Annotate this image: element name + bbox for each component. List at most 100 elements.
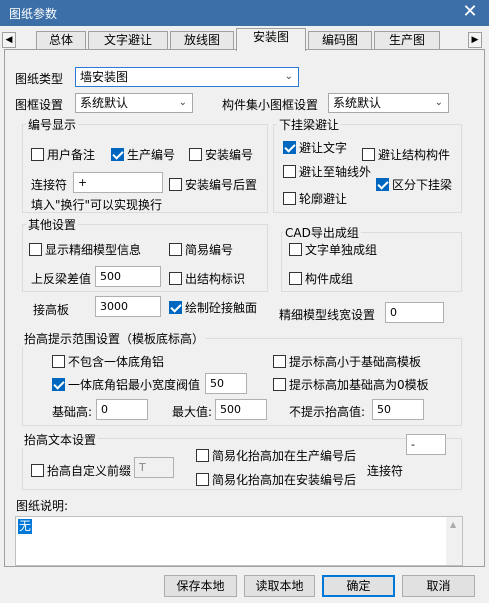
production-no-label: 生产编号	[127, 148, 176, 162]
other-group-title: 其他设置	[26, 216, 79, 233]
slab-input[interactable]: 3000	[95, 296, 161, 317]
tab-overall[interactable]: 总体	[36, 31, 86, 50]
zero-base-label: 提示标高加基础高为0模板	[289, 378, 429, 392]
beam-diff-label: 上反梁差值	[31, 272, 92, 286]
avoid-struct-label: 避让结构构件	[378, 148, 451, 162]
raise-connector-label: 连接符	[367, 464, 404, 478]
read-local-button[interactable]: 读取本地	[244, 575, 315, 597]
exclude-corner-label: 不包含一体底角铝	[68, 355, 165, 369]
checkbox-box	[29, 243, 42, 256]
connector-label: 连接符	[31, 178, 68, 192]
checkbox-box	[169, 272, 182, 285]
max-value-input[interactable]: 500	[215, 399, 267, 420]
min-width-input[interactable]: 50	[205, 373, 247, 394]
install-no-checkbox[interactable]: 安装编号	[189, 146, 253, 163]
struct-mark-label: 出结构标识	[185, 272, 246, 286]
tab-text-avoid[interactable]: 文字避让	[88, 31, 168, 50]
install-no-label: 安装编号	[205, 148, 254, 162]
add-production-label: 简易化抬高加在生产编号后	[212, 449, 357, 463]
avoid-text-label: 避让文字	[299, 141, 348, 155]
line-width-input[interactable]: 0	[385, 302, 444, 323]
tab-scroll-left-icon[interactable]: ◀	[2, 32, 16, 48]
component-frame-select[interactable]: 系统默认 ⌄	[328, 93, 449, 113]
checkbox-box	[196, 449, 209, 462]
checkbox-box	[273, 378, 286, 391]
draw-contact-label: 绘制砼接触面	[185, 301, 258, 315]
base-height-input[interactable]: 0	[96, 399, 148, 420]
avoid-axis-checkbox[interactable]: 避让至轴线外	[283, 163, 371, 180]
draw-contact-checkbox[interactable]: 绘制砼接触面	[169, 299, 257, 316]
tab-coding[interactable]: 编码图	[308, 31, 372, 50]
exclude-corner-checkbox[interactable]: 不包含一体底角铝	[52, 353, 164, 370]
checkbox-box	[273, 355, 286, 368]
line-width-label: 精细模型线宽设置	[279, 308, 376, 322]
no-tip-input[interactable]: 50	[372, 399, 424, 420]
tab-scroll-right-icon[interactable]: ▶	[468, 32, 482, 48]
checkbox-box	[169, 301, 182, 314]
scroll-up-icon[interactable]: ▲	[450, 520, 456, 529]
frame-select[interactable]: 系统默认 ⌄	[75, 93, 193, 113]
production-no-checkbox[interactable]: 生产编号	[111, 146, 175, 163]
text-group-checkbox[interactable]: 文字单独成组	[289, 241, 377, 258]
frame-value: 系统默认	[80, 96, 129, 110]
checkbox-box	[111, 148, 124, 161]
simple-no-checkbox[interactable]: 简易编号	[169, 241, 233, 258]
drawing-type-select[interactable]: 墙安装图 ⌄	[75, 67, 299, 87]
save-local-button[interactable]: 保存本地	[164, 575, 237, 597]
fine-model-checkbox[interactable]: 显示精细模型信息	[29, 241, 141, 258]
component-frame-value: 系统默认	[333, 96, 382, 110]
chevron-down-icon: ⌄	[178, 97, 187, 108]
simple-no-label: 简易编号	[185, 243, 234, 257]
numbering-group-title: 编号显示	[26, 116, 79, 133]
ok-button[interactable]: 确定	[322, 575, 395, 597]
cancel-button[interactable]: 取消	[402, 575, 475, 597]
title-bar: 图纸参数 ✕	[0, 0, 489, 26]
user-note-checkbox[interactable]: 用户备注	[31, 146, 95, 163]
add-production-checkbox[interactable]: 简易化抬高加在生产编号后	[196, 447, 356, 464]
tab-production[interactable]: 生产图	[374, 31, 440, 50]
tab-layout[interactable]: 放线图	[170, 31, 234, 50]
notes-scrollbar[interactable]: ▲	[446, 517, 462, 565]
notes-text: 无	[18, 519, 33, 534]
add-install-checkbox[interactable]: 简易化抬高加在安装编号后	[196, 471, 356, 488]
split-hanging-label: 区分下挂梁	[392, 178, 453, 192]
checkbox-box	[289, 243, 302, 256]
connector-input[interactable]: +	[73, 172, 163, 193]
cad-group-title: CAD导出成组	[283, 224, 361, 241]
avoid-outline-checkbox[interactable]: 轮廓避让	[283, 190, 347, 207]
struct-mark-checkbox[interactable]: 出结构标识	[169, 270, 245, 287]
checkbox-box	[376, 178, 389, 191]
install-suffix-label: 安装编号后置	[185, 178, 258, 192]
avoid-text-checkbox[interactable]: 避让文字	[283, 139, 347, 156]
custom-prefix-label: 抬高自定义前缀	[47, 464, 132, 478]
zero-base-checkbox[interactable]: 提示标高加基础高为0模板	[273, 376, 429, 393]
checkbox-box	[169, 178, 182, 191]
hanging-avoid-title: 下挂梁避让	[277, 116, 342, 133]
frame-label: 图框设置	[15, 98, 64, 112]
close-icon[interactable]: ✕	[459, 2, 481, 22]
raise-text-title: 抬高文本设置	[22, 431, 99, 448]
below-base-checkbox[interactable]: 提示标高小于基础高模板	[273, 353, 421, 370]
checkbox-box	[31, 464, 44, 477]
notes-textarea[interactable]: 无 ▲	[15, 516, 463, 566]
checkbox-box	[189, 148, 202, 161]
comp-group-checkbox[interactable]: 构件成组	[289, 270, 353, 287]
custom-prefix-checkbox[interactable]: 抬高自定义前缀	[31, 462, 131, 479]
numbering-hint: 填入"换行"可以实现换行	[31, 198, 163, 212]
chevron-down-icon: ⌄	[284, 71, 293, 82]
base-height-label: 基础高:	[52, 405, 93, 419]
custom-prefix-input[interactable]: T	[134, 457, 174, 478]
tab-install[interactable]: 安装图	[236, 28, 306, 51]
beam-diff-input[interactable]: 500	[95, 266, 161, 287]
min-width-label: 一体底角铝最小宽度阀值	[68, 378, 201, 392]
avoid-struct-checkbox[interactable]: 避让结构构件	[362, 146, 450, 163]
checkbox-box	[289, 272, 302, 285]
raise-connector-input[interactable]: -	[406, 434, 446, 455]
min-width-checkbox[interactable]: 一体底角铝最小宽度阀值	[52, 376, 200, 393]
drawing-type-label: 图纸类型	[15, 72, 64, 86]
chevron-down-icon: ⌄	[434, 97, 443, 108]
install-suffix-checkbox[interactable]: 安装编号后置	[169, 176, 257, 193]
max-value-label: 最大值:	[172, 405, 213, 419]
raise-group-title: 抬高提示范围设置（模板底标高）	[22, 330, 207, 347]
split-hanging-checkbox[interactable]: 区分下挂梁	[376, 176, 452, 193]
